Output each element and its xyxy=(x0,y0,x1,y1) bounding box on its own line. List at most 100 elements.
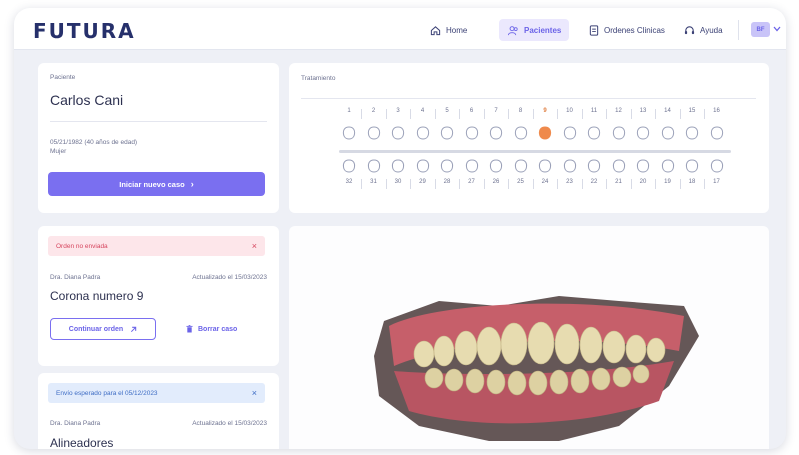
tooth-divider xyxy=(606,109,608,119)
tooth-30[interactable] xyxy=(390,158,406,174)
tooth-divider xyxy=(385,109,387,119)
tooth-divider xyxy=(434,179,436,189)
tooth-28[interactable] xyxy=(439,158,455,174)
tooth-number: 10 xyxy=(566,108,573,114)
tooth-number: 14 xyxy=(664,108,671,114)
new-case-button[interactable]: Iniciar nuevo caso › xyxy=(48,172,265,196)
tooth-21[interactable] xyxy=(611,158,627,174)
nav-clinical-orders-label: Ordenes Clinicas xyxy=(604,25,665,35)
tooth-20[interactable] xyxy=(635,158,651,174)
tooth-32[interactable] xyxy=(341,158,357,174)
tooth-divider xyxy=(385,179,387,189)
top-bar: FUTURA Home Pacientes Ordenes Clinicas A… xyxy=(14,8,786,50)
tooth-22[interactable] xyxy=(586,158,602,174)
tooth-5[interactable] xyxy=(439,125,455,141)
nav-home[interactable]: Home xyxy=(430,19,467,41)
document-icon xyxy=(589,24,599,36)
3d-scan-viewer[interactable] xyxy=(289,226,769,449)
tooth-number: 2 xyxy=(371,108,376,114)
chevron-right-icon: › xyxy=(190,179,194,189)
nav-help[interactable]: Ayuda xyxy=(684,19,723,41)
tooth-27[interactable] xyxy=(464,158,480,174)
chevron-down-icon[interactable] xyxy=(773,26,781,32)
tooth-divider xyxy=(557,179,559,189)
tooth-divider xyxy=(361,109,363,119)
tooth-25[interactable] xyxy=(513,158,529,174)
tooth-24[interactable] xyxy=(537,158,553,174)
tooth-13[interactable] xyxy=(635,125,651,141)
tooth-divider xyxy=(361,179,363,189)
tooth-divider xyxy=(630,179,632,189)
users-icon xyxy=(507,25,518,35)
patient-dob: 05/21/1982 (40 años de edad) xyxy=(50,139,138,146)
tooth-divider xyxy=(483,179,485,189)
tooth-6[interactable] xyxy=(464,125,480,141)
tooth-number: 18 xyxy=(688,179,696,185)
tooth-9[interactable] xyxy=(537,125,553,141)
tooth-23[interactable] xyxy=(562,158,578,174)
tooth-number: 9 xyxy=(543,108,547,114)
tooth-divider xyxy=(434,109,436,119)
new-case-label: Iniciar nuevo caso xyxy=(119,179,185,189)
tooth-number: 21 xyxy=(615,179,622,185)
nav-divider xyxy=(738,20,739,40)
tooth-number: 30 xyxy=(394,179,402,185)
tooth-number: 12 xyxy=(615,108,622,114)
order-doctor: Dra. Diana Padra xyxy=(50,420,101,427)
tooth-divider xyxy=(630,109,632,119)
tooth-26[interactable] xyxy=(488,158,504,174)
tooth-divider xyxy=(410,109,412,119)
delete-case-label: Borrar caso xyxy=(198,325,238,333)
tooth-8[interactable] xyxy=(513,125,529,141)
tooth-17[interactable] xyxy=(709,158,725,174)
tooth-7[interactable] xyxy=(488,125,504,141)
tooth-11[interactable] xyxy=(586,125,602,141)
nav-patients[interactable]: Pacientes xyxy=(499,19,570,41)
continue-order-button[interactable]: Continuar orden xyxy=(50,318,156,340)
tooth-18[interactable] xyxy=(684,158,700,174)
tooth-number: 6 xyxy=(469,108,474,114)
tooth-number: 31 xyxy=(370,179,377,185)
tooth-divider xyxy=(508,109,510,119)
tooth-19[interactable] xyxy=(660,158,676,174)
trash-icon xyxy=(186,325,193,333)
nav-clinical-orders[interactable]: Ordenes Clinicas xyxy=(589,19,665,41)
tooth-divider xyxy=(704,179,706,189)
app-window: FUTURA Home Pacientes Ordenes Clinicas A… xyxy=(14,8,786,449)
tooth-3[interactable] xyxy=(390,125,406,141)
tooth-number: 13 xyxy=(639,108,647,114)
tooth-1[interactable] xyxy=(341,125,357,141)
patient-sex: Mujer xyxy=(50,148,67,155)
tooth-divider xyxy=(581,179,583,189)
order-status: Orden no enviada xyxy=(56,242,108,250)
tooth-10[interactable] xyxy=(562,125,578,141)
tooth-number: 4 xyxy=(420,108,425,114)
tooth-16[interactable] xyxy=(709,125,725,141)
tooth-31[interactable] xyxy=(366,158,382,174)
tooth-divider xyxy=(459,179,461,189)
status-alert-info: Envío esperado para el 05/12/2023 × xyxy=(48,383,265,403)
divider xyxy=(50,121,267,122)
tooth-number: 19 xyxy=(664,179,671,185)
tooth-divider xyxy=(557,109,559,119)
treatment-card: Tratamiento 1 2 3 4 5 6 7 8 9 10 11 12 13 14 15 16 32 31 3… xyxy=(289,63,769,213)
continue-order-label: Continuar orden xyxy=(68,325,124,333)
tooth-number: 29 xyxy=(419,179,426,185)
tooth-divider xyxy=(704,109,706,119)
tooth-number: 7 xyxy=(494,108,498,114)
user-avatar[interactable]: BF xyxy=(751,22,770,37)
tooth-divider xyxy=(581,109,583,119)
tooth-4[interactable] xyxy=(415,125,431,141)
tooth-14[interactable] xyxy=(660,125,676,141)
tooth-15[interactable] xyxy=(684,125,700,141)
futura-logo[interactable]: FUTURA xyxy=(33,19,136,43)
tooth-number: 23 xyxy=(566,179,573,185)
tooth-divider xyxy=(606,179,608,189)
tooth-29[interactable] xyxy=(415,158,431,174)
home-icon xyxy=(430,25,441,35)
tooth-12[interactable] xyxy=(611,125,627,141)
tooth-2[interactable] xyxy=(366,125,382,141)
delete-case-button[interactable]: Borrar caso xyxy=(186,318,237,340)
close-icon[interactable]: × xyxy=(252,388,257,398)
close-icon[interactable]: × xyxy=(252,241,257,251)
